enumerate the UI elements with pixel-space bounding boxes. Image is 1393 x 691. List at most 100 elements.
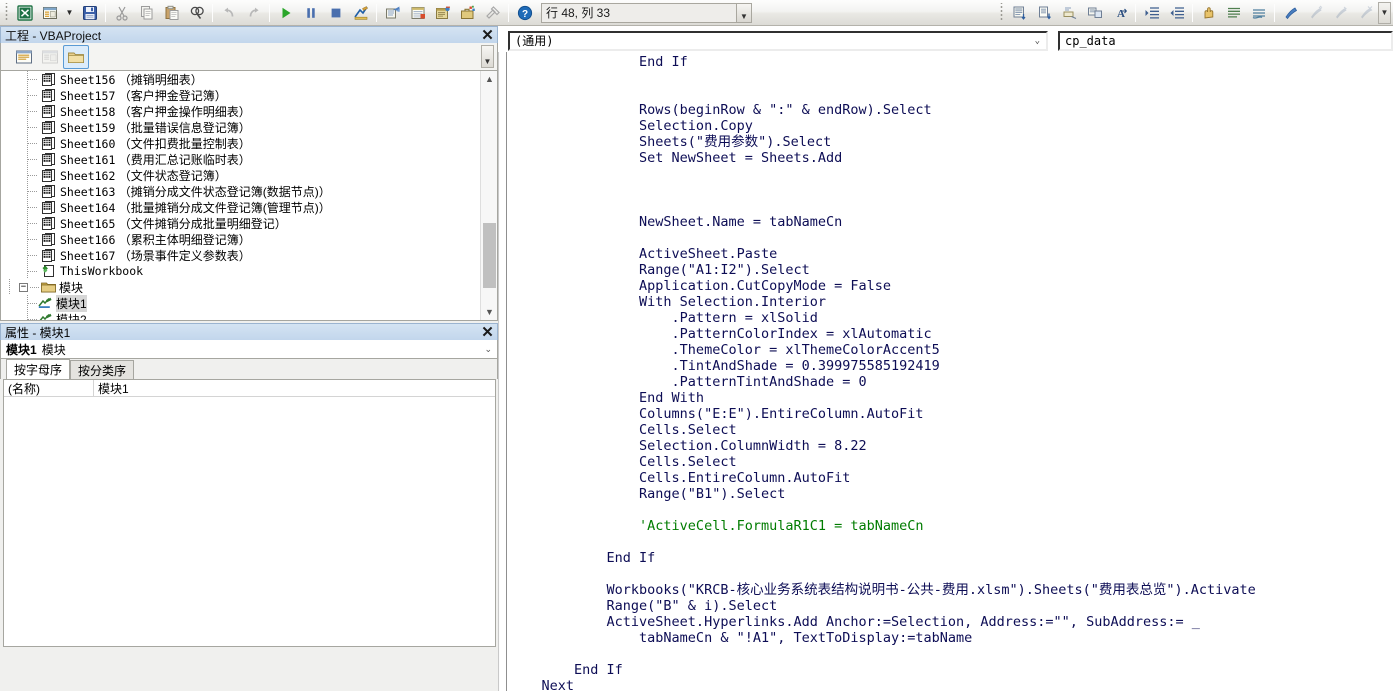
code-margin-indicator-bar[interactable] (498, 52, 507, 691)
code-line[interactable] (509, 86, 1393, 102)
code-line[interactable]: Rows(beginRow & ":" & endRow).Select (509, 102, 1393, 118)
tree-item[interactable]: Sheet162 （文件状态登记簿） (1, 167, 480, 183)
tree-item[interactable]: ThisWorkbook (1, 263, 480, 279)
code-line[interactable]: Application.CutCopyMode = False (509, 278, 1393, 294)
insert-userform-icon[interactable] (37, 2, 62, 24)
code-line[interactable] (509, 166, 1393, 182)
tree-item[interactable]: Sheet163 （摊销分成文件状态登记簿(数据节点)） (1, 183, 480, 199)
code-line[interactable] (509, 646, 1393, 662)
next-bookmark-icon[interactable] (1303, 2, 1328, 24)
close-icon[interactable]: ✕ (480, 325, 495, 340)
parameter-info-icon[interactable] (1082, 2, 1107, 24)
code-line[interactable]: ActiveSheet.Hyperlinks.Add Anchor:=Selec… (509, 614, 1393, 630)
tree-item[interactable]: Sheet156 （摊销明细表） (1, 71, 480, 87)
code-line[interactable] (509, 182, 1393, 198)
outdent-icon[interactable] (1164, 2, 1189, 24)
code-line[interactable]: End If (509, 550, 1393, 566)
save-icon[interactable] (77, 2, 102, 24)
tab-alphabetic[interactable]: 按字母序 (6, 359, 71, 379)
code-line[interactable]: .Pattern = xlSolid (509, 310, 1393, 326)
tree-item[interactable]: 模块2 (1, 311, 480, 320)
tree-item[interactable]: Sheet165 （文件摊销分成批量明细登记） (1, 215, 480, 231)
code-line[interactable]: .PatternTintAndShade = 0 (509, 374, 1393, 390)
properties-object-combo[interactable]: 模块1 模块 ⌄ (0, 340, 498, 359)
code-line[interactable]: .ThemeColor = xlThemeColorAccent5 (509, 342, 1393, 358)
view-code-button[interactable] (11, 45, 37, 69)
line-column-spinner[interactable]: ▼ (736, 2, 752, 23)
close-icon[interactable]: ✕ (480, 28, 495, 43)
code-line[interactable]: Range("B1").Select (509, 486, 1393, 502)
code-line[interactable]: Columns("E:E").EntireColumn.AutoFit (509, 406, 1393, 422)
tree-item[interactable]: − 模块 (1, 279, 480, 295)
help-icon[interactable]: ? (512, 2, 537, 24)
code-line[interactable]: Cells.Select (509, 454, 1393, 470)
code-line[interactable] (509, 230, 1393, 246)
code-line[interactable]: Cells.EntireColumn.AutoFit (509, 470, 1393, 486)
code-line[interactable]: .PatternColorIndex = xlAutomatic (509, 326, 1393, 342)
code-line[interactable]: End If (509, 662, 1393, 678)
list-properties-icon[interactable] (1007, 2, 1032, 24)
chevron-down-icon[interactable]: ⌄ (1035, 36, 1040, 46)
excel-view-icon[interactable] (12, 2, 37, 24)
undo-icon[interactable] (216, 2, 241, 24)
properties-window-icon[interactable] (405, 2, 430, 24)
tree-item[interactable]: Sheet160 （文件扣费批量控制表） (1, 135, 480, 151)
code-line[interactable]: With Selection.Interior (509, 294, 1393, 310)
tree-item[interactable]: Sheet158 （客户押金操作明细表） (1, 103, 480, 119)
code-line[interactable]: NewSheet.Name = tabNameCn (509, 214, 1393, 230)
chevron-down-icon[interactable]: ▼ (62, 2, 77, 24)
toggle-breakpoint-icon[interactable] (1196, 2, 1221, 24)
addins-icon[interactable] (480, 2, 505, 24)
indent-icon[interactable] (1139, 2, 1164, 24)
quick-info-icon[interactable] (1057, 2, 1082, 24)
toolbar-grip[interactable] (3, 3, 10, 22)
code-line[interactable]: Next (509, 678, 1393, 691)
code-line[interactable]: .TintAndShade = 0.399975585192419 (509, 358, 1393, 374)
view-object-button[interactable] (37, 45, 63, 69)
code-line[interactable] (509, 502, 1393, 518)
complete-word-icon[interactable]: A (1107, 2, 1132, 24)
chevron-down-icon[interactable]: ⌄ (484, 344, 492, 355)
procedure-combo[interactable]: cp_data (1058, 30, 1393, 51)
code-line[interactable] (509, 198, 1393, 214)
uncomment-block-icon[interactable] (1246, 2, 1271, 24)
toggle-bookmark-icon[interactable] (1278, 2, 1303, 24)
property-row[interactable]: (名称) 模块1 (4, 380, 495, 397)
toolbox-icon[interactable] (455, 2, 480, 24)
tree-item[interactable]: Sheet161 （费用汇总记账临时表） (1, 151, 480, 167)
properties-grid[interactable]: (名称) 模块1 (3, 379, 496, 647)
tree-item[interactable]: Sheet166 （累积主体明细登记簿） (1, 231, 480, 247)
tree-expander-icon[interactable]: − (19, 282, 28, 292)
code-line[interactable]: ActiveSheet.Paste (509, 246, 1393, 262)
code-line[interactable] (509, 534, 1393, 550)
code-line[interactable]: Range("B" & i).Select (509, 598, 1393, 614)
toolbar-overflow-button[interactable]: ▼ (1378, 1, 1391, 24)
cut-icon[interactable] (109, 2, 134, 24)
code-line[interactable]: End If (509, 54, 1393, 70)
property-value[interactable]: 模块1 (94, 380, 129, 397)
list-constants-icon[interactable] (1032, 2, 1057, 24)
copy-icon[interactable] (134, 2, 159, 24)
project-toolbar-overflow[interactable]: ▼ (481, 45, 494, 68)
tab-categorized[interactable]: 按分类序 (70, 360, 135, 379)
code-line[interactable] (509, 70, 1393, 86)
previous-bookmark-icon[interactable] (1328, 2, 1353, 24)
break-icon[interactable] (298, 2, 323, 24)
tree-item[interactable]: Sheet159 （批量错误信息登记簿） (1, 119, 480, 135)
scroll-down-icon[interactable]: ▼ (481, 304, 497, 320)
object-combo[interactable]: (通用) ⌄ (508, 30, 1048, 51)
design-mode-icon[interactable] (348, 2, 373, 24)
clear-bookmarks-icon[interactable] (1353, 2, 1378, 24)
code-line[interactable] (509, 566, 1393, 582)
scrollbar-thumb[interactable] (483, 223, 496, 288)
tree-item[interactable]: Sheet167 （场景事件定义参数表） (1, 247, 480, 263)
project-explorer-icon[interactable] (380, 2, 405, 24)
code-line[interactable]: Set NewSheet = Sheets.Add (509, 150, 1393, 166)
code-line[interactable]: Range("A1:I2").Select (509, 262, 1393, 278)
find-icon[interactable] (184, 2, 209, 24)
code-editor-text[interactable]: End If Rows(beginRow & ":" & endRow).Sel… (507, 52, 1393, 691)
tree-item[interactable]: 模块1 (1, 294, 480, 312)
code-line[interactable]: Selection.ColumnWidth = 8.22 (509, 438, 1393, 454)
run-icon[interactable] (273, 2, 298, 24)
tree-item[interactable]: Sheet157 （客户押金登记簿） (1, 87, 480, 103)
